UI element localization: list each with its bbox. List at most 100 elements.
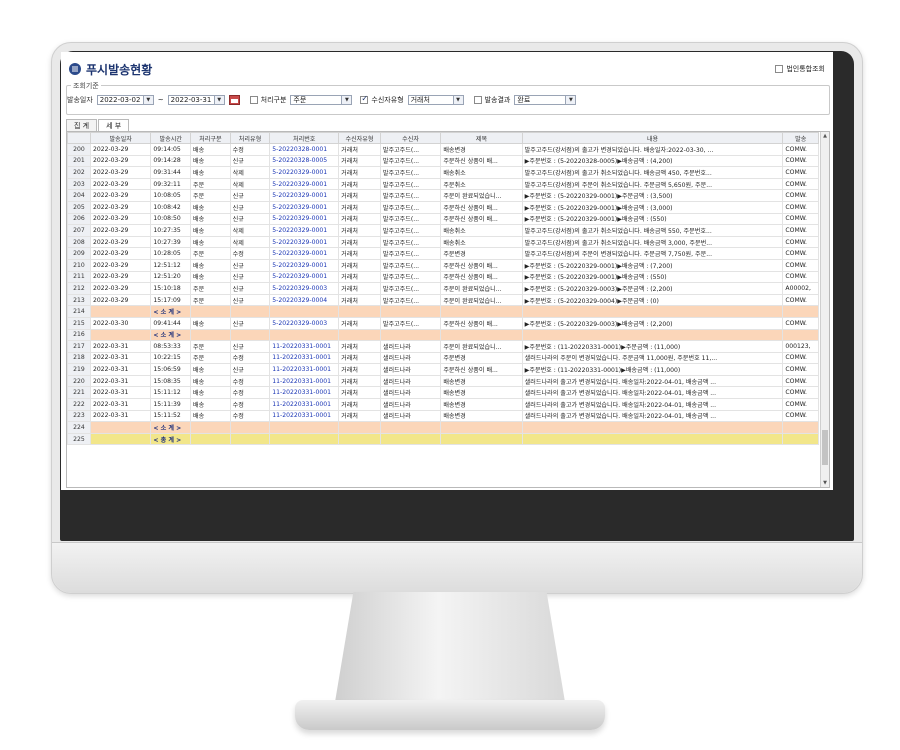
subject-cell[interactable]: 주문하신 상품이 배...: [440, 200, 523, 214]
sender-cell[interactable]: COMW.: [782, 235, 819, 249]
checkbox-box-checked[interactable]: [360, 94, 369, 104]
col-header-subject[interactable]: 제목: [440, 132, 523, 144]
proc-type-cell[interactable]: 삭제: [229, 224, 271, 237]
sender-cell[interactable]: COMW.: [782, 351, 819, 365]
table-row[interactable]: 204 2022-03-29 10:08:05 주문 신규 5-20220329-0001…: [67, 189, 819, 202]
proc-number-cell[interactable]: 11-20220331-0001: [269, 363, 340, 376]
send-date-cell[interactable]: 2022-03-29: [89, 270, 152, 284]
send-date-cell[interactable]: 2022-03-29: [89, 247, 152, 260]
send-date-cell[interactable]: 2022-03-29: [89, 143, 152, 156]
send-time-cell[interactable]: 15:17:09: [150, 293, 192, 307]
checkbox-box[interactable]: [473, 96, 482, 104]
send-time-cell[interactable]: 15:11:39: [150, 398, 192, 411]
send-time-cell[interactable]: 12:51:20: [150, 270, 192, 284]
sender-cell[interactable]: 000123,: [782, 340, 819, 353]
proc-type-cell[interactable]: 수정: [229, 386, 271, 400]
proc-type-cell[interactable]: 수정: [229, 374, 271, 388]
subject-cell[interactable]: 주문하신 상품이 배...: [440, 258, 523, 272]
proc-number-cell[interactable]: 5-20220329-0001: [269, 270, 340, 284]
proc-number-cell[interactable]: 5-20220329-0004: [269, 293, 340, 307]
proc-type-cell[interactable]: 신규: [229, 316, 271, 330]
proc-class-cell[interactable]: 주문: [190, 189, 231, 202]
content-cell[interactable]: ▶주문번호 : (5-20220329-0001)▶주문금액 : (3,500): [521, 189, 784, 202]
scrollbar-thumb[interactable]: [822, 430, 828, 465]
proc-type-cell[interactable]: 신규: [229, 282, 271, 295]
table-row[interactable]: 211 2022-03-29 12:51:20 배송 신규 5-20220329-0001…: [67, 270, 819, 284]
send-date-cell[interactable]: 2022-03-29: [89, 235, 152, 249]
proc-number-cell[interactable]: 5-20220329-0001: [269, 258, 340, 272]
proc-number-cell[interactable]: 5-20220328-0001: [269, 143, 340, 156]
recipient-cell[interactable]: 발주고주드(...: [379, 189, 442, 202]
sender-cell[interactable]: COMW.: [782, 212, 819, 226]
sender-cell[interactable]: COMW.: [782, 293, 819, 307]
recipient-type-cell[interactable]: 거래처: [338, 212, 381, 226]
proc-type-select[interactable]: 주문 ▼: [290, 95, 353, 105]
content-cell[interactable]: 발주고주드(강서점)의 주문이 취소되었습니다. 주문금액 5,650원, 주문…: [521, 177, 784, 191]
subject-cell[interactable]: 주문변경: [440, 247, 523, 260]
subject-cell[interactable]: 주문하신 상품이 배...: [440, 212, 523, 226]
recipient-cell[interactable]: 샐러드나라: [379, 386, 442, 400]
content-cell[interactable]: 샐러드나라의 출고가 변경되었습니다. 배송일자:2022-04-01, 배송금…: [521, 374, 784, 388]
recipient-cell[interactable]: 발주고주드(...: [379, 177, 442, 191]
proc-class-cell[interactable]: 주문: [190, 177, 231, 191]
subject-cell[interactable]: 배송변경: [440, 398, 523, 411]
send-date-cell[interactable]: 2022-03-31: [89, 398, 152, 411]
recipient-type-cell[interactable]: 거래처: [338, 166, 381, 179]
recipient-cell[interactable]: 발주고주드(...: [379, 212, 442, 226]
subject-cell[interactable]: 주문하신 상품이 배...: [440, 270, 523, 284]
content-cell[interactable]: 발주고주드(강서점)의 출고가 취소되었습니다. 배송금액 3,000, 주문번…: [521, 235, 784, 249]
send-time-cell[interactable]: 10:08:05: [150, 189, 192, 202]
proc-type-cell[interactable]: 삭제: [229, 177, 271, 191]
subject-cell[interactable]: 배송취소: [440, 166, 523, 179]
send-time-cell[interactable]: 10:27:39: [150, 235, 192, 249]
proc-class-cell[interactable]: 주문: [190, 293, 231, 307]
recipient-type-cell[interactable]: 거래처: [338, 247, 381, 260]
subject-cell[interactable]: 주문하신 상품이 배...: [440, 363, 523, 376]
recipient-cell[interactable]: 발주고주드(...: [379, 154, 442, 168]
proc-type-cell[interactable]: 수정: [229, 409, 271, 423]
proc-number-cell[interactable]: 5-20220329-0001: [269, 166, 340, 179]
content-cell[interactable]: ▶주문번호 : (5-20220329-0001)▶배송금액 : (550): [521, 270, 784, 284]
col-header-recipient[interactable]: 수신자: [379, 132, 442, 144]
content-cell[interactable]: ▶주문번호 : (5-20220328-0005)▶배송금액 : (4,200): [521, 154, 784, 168]
sender-cell[interactable]: COMW.: [782, 374, 819, 388]
recipient-type-cell[interactable]: 거래처: [338, 316, 381, 330]
recipient-cell[interactable]: 발주고주드(...: [379, 316, 442, 330]
proc-type-cell[interactable]: 신규: [229, 189, 271, 202]
proc-number-cell[interactable]: 11-20220331-0001: [269, 374, 340, 388]
proc-type-cell[interactable]: 수정: [229, 398, 271, 411]
send-time-cell[interactable]: 15:11:52: [150, 409, 192, 423]
proc-type-cell[interactable]: 삭제: [229, 166, 271, 179]
sender-cell[interactable]: COMW.: [782, 363, 819, 376]
send-time-cell[interactable]: 09:31:44: [150, 166, 192, 179]
send-date-cell[interactable]: 2022-03-31: [89, 374, 152, 388]
recipient-type-cell[interactable]: 거래처: [338, 351, 381, 365]
recipient-cell[interactable]: 샐러드나라: [379, 363, 442, 376]
recipient-type-cell[interactable]: 거래처: [338, 363, 381, 376]
send-time-cell[interactable]: 15:08:35: [150, 374, 192, 388]
send-date-cell[interactable]: 2022-03-29: [89, 293, 152, 307]
content-cell[interactable]: ▶주문번호 : (11-20220331-0001)▶주문금액 : (11,00…: [521, 340, 784, 353]
proc-number-cell[interactable]: 5-20220329-0001: [269, 200, 340, 214]
subject-cell[interactable]: 주문하신 상품이 배...: [440, 316, 523, 330]
sender-cell[interactable]: COMW.: [782, 386, 819, 400]
send-time-cell[interactable]: 10:28:05: [150, 247, 192, 260]
proc-class-cell[interactable]: 배송: [190, 374, 231, 388]
send-time-cell[interactable]: 09:14:05: [150, 143, 192, 156]
content-cell[interactable]: 발주고주드(강서점)의 출고가 취소되었습니다. 배송금액 450, 주문번호.…: [521, 166, 784, 179]
col-header-sender[interactable]: 발송: [782, 132, 819, 144]
subject-cell[interactable]: 주문변경: [440, 351, 523, 365]
send-date-cell[interactable]: 2022-03-29: [89, 189, 152, 202]
send-date-cell[interactable]: 2022-03-31: [89, 351, 152, 365]
recipient-type-cell[interactable]: 거래처: [338, 235, 381, 249]
proc-type-cell[interactable]: 신규: [229, 363, 271, 376]
recipient-type-cell[interactable]: 거래처: [338, 282, 381, 295]
send-time-cell[interactable]: 15:06:59: [150, 363, 192, 376]
sender-cell[interactable]: COMW.: [782, 247, 819, 260]
recipient-cell[interactable]: 샐러드나라: [379, 398, 442, 411]
proc-number-cell[interactable]: 5-20220329-0001: [269, 177, 340, 191]
chevron-down-icon[interactable]: ▼: [452, 96, 463, 104]
proc-class-cell[interactable]: 배송: [190, 235, 231, 249]
subject-cell[interactable]: 배송변경: [440, 386, 523, 400]
proc-number-cell[interactable]: 5-20220329-0001: [269, 189, 340, 202]
